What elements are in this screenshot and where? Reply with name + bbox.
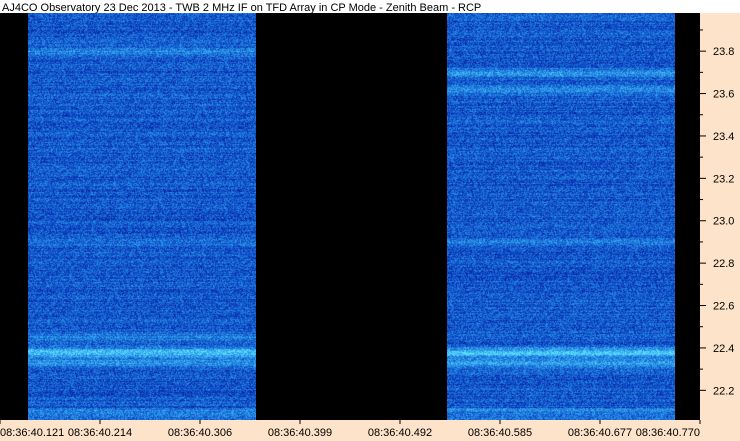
x-tick-label: 08:36:40.399 xyxy=(268,427,332,439)
y-tick-label: 23.8 xyxy=(713,46,734,58)
data-block-2 xyxy=(447,13,675,420)
x-tick-label: 08:36:40.492 xyxy=(368,427,432,439)
x-tick-label: 08:36:40.585 xyxy=(468,427,532,439)
x-tick-label: 08:36:40.677 xyxy=(568,427,632,439)
x-tick-label: 08:36:40.121 xyxy=(0,427,64,439)
data-block-1 xyxy=(28,13,256,420)
chart-title: AJ4CO Observatory 23 Dec 2013 - TWB 2 MH… xyxy=(2,2,481,14)
y-tick-label: 23.4 xyxy=(713,131,734,143)
x-tick-label: 08:36:40.306 xyxy=(168,427,232,439)
x-tick-label: 08:36:40.770 xyxy=(636,427,700,439)
y-tick-label: 22.4 xyxy=(713,343,734,355)
y-tick-label: 23.2 xyxy=(713,173,734,185)
spectrogram-window: 22.2 22.4 22.6 22.8 23.0 23.2 23.4 23.6 23.8 08:… xyxy=(0,0,740,441)
x-tick-label: 08:36:40.214 xyxy=(68,427,132,439)
y-tick-label: 22.6 xyxy=(713,301,734,313)
spectrogram-chart: 22.2 22.4 22.6 22.8 23.0 23.2 23.4 23.6 23.8 08:… xyxy=(0,2,740,441)
y-tick-label: 23.6 xyxy=(713,89,734,101)
y-tick-label: 22.2 xyxy=(713,385,734,397)
y-tick-label: 23.0 xyxy=(713,216,734,228)
y-tick-label: 22.8 xyxy=(713,258,734,270)
